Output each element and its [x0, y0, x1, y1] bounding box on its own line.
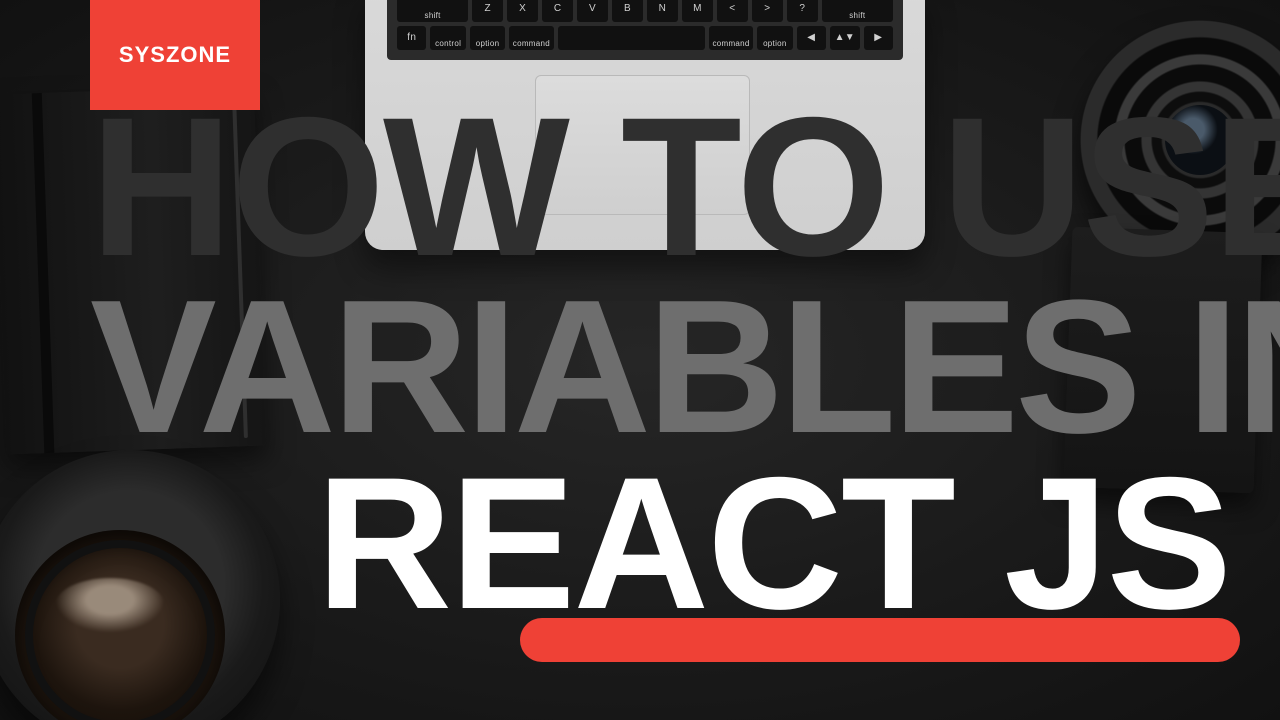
headline-line-2: VARIABLES IN [90, 279, 1260, 456]
keyboard-key: C [542, 0, 573, 22]
keyboard-key: command [709, 26, 753, 50]
keyboard-key: > [752, 0, 783, 22]
keyboard-key: N [647, 0, 678, 22]
keyboard-key: fn [397, 26, 426, 50]
keyboard-key: ▶ [864, 26, 893, 50]
keyboard-key: Z [472, 0, 503, 22]
keyboard-key: command [509, 26, 553, 50]
headline: HOW TO USE VARIABLES IN REACT JS [90, 95, 1260, 631]
keyboard-key: control [430, 26, 465, 50]
thumbnail-stage: shiftZXCVBNM<>?shift fncontroloptioncomm… [0, 0, 1280, 720]
headline-line-3: REACT JS [90, 456, 1260, 631]
keyboard-key [558, 26, 705, 50]
notebook-elastic [32, 93, 55, 453]
keyboard-key: shift [822, 0, 893, 22]
keyboard-key: X [507, 0, 538, 22]
keyboard-key: M [682, 0, 713, 22]
keyboard-key: shift [397, 0, 468, 22]
headline-line-1: HOW TO USE [90, 95, 1260, 279]
accent-underline [520, 618, 1240, 662]
keyboard-key: option [470, 26, 505, 50]
brand-label: SYSZONE [119, 42, 231, 68]
keyboard-key: ▲▼ [830, 26, 859, 50]
keyboard-well: shiftZXCVBNM<>?shift fncontroloptioncomm… [387, 0, 903, 60]
keyboard-key: ? [787, 0, 818, 22]
keyboard-key: < [717, 0, 748, 22]
keyboard-key: ◀ [797, 26, 826, 50]
keyboard-row-1: shiftZXCVBNM<>?shift [397, 0, 893, 22]
keyboard-key: B [612, 0, 643, 22]
keyboard-key: V [577, 0, 608, 22]
keyboard-key: option [757, 26, 792, 50]
keyboard-row-2: fncontroloptioncommandcommandoption◀▲▼▶ [397, 26, 893, 50]
